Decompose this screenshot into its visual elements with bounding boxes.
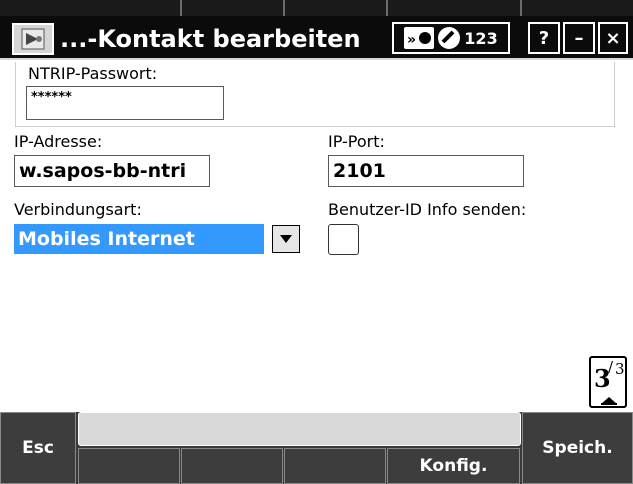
svg-text:»: » [407,32,416,48]
ntrip-password-label: NTRIP-Passwort: [28,64,158,83]
page-indicator-button[interactable]: 3 / 3 [589,356,627,408]
save-button[interactable]: Speich. [522,412,633,484]
satellite-icon [21,28,45,50]
ip-address-label: IP-Adresse: [14,132,103,151]
dropdown-arrow-button[interactable] [272,225,300,253]
radio-icon: » [404,27,435,49]
ip-port-field[interactable]: 2101 [328,155,524,187]
numeric-mode-indicator: 123 [464,28,498,48]
softkey-2[interactable] [181,448,283,484]
send-user-id-label: Benutzer-ID Info senden: [328,200,527,219]
ip-address-value: w.sapos-bb-ntri [19,160,187,182]
connection-type-label: Verbindungsart: [14,200,142,219]
save-label: Speich. [542,438,613,458]
esc-label: Esc [22,438,54,458]
status-message-field [78,412,521,446]
esc-button[interactable]: Esc [0,412,76,484]
ip-port-label: IP-Port: [328,132,385,151]
ntrip-password-field[interactable]: ****** [26,86,224,120]
page-total: 3 [615,360,625,378]
config-label: Konfig. [419,456,488,476]
app-icon[interactable] [12,23,54,55]
config-button[interactable]: Konfig. [387,448,520,484]
window-title: ...-Kontakt bearbeiten [60,25,361,53]
softkey-3[interactable] [284,448,386,484]
chevron-down-icon [280,235,292,243]
ip-port-value: 2101 [333,160,386,182]
status-indicators[interactable]: » 123 [392,22,510,54]
minimize-label: – [574,27,584,49]
close-label: × [605,27,621,49]
softkey-1[interactable] [78,448,180,484]
connection-type-dropdown[interactable]: Mobiles Internet [14,224,300,254]
top-toolbar-remnant [0,0,633,16]
help-button[interactable]: ? [528,22,560,54]
ntrip-password-value: ****** [31,90,72,105]
gps-icon [438,27,461,49]
ip-address-field[interactable]: w.sapos-bb-ntri [14,155,210,187]
connection-type-value: Mobiles Internet [14,224,264,254]
page-slash: / [608,358,614,376]
help-label: ? [538,27,550,49]
minimize-button[interactable]: – [563,22,595,54]
send-user-id-checkbox[interactable] [328,224,359,255]
page-up-icon [601,397,617,405]
close-button[interactable]: × [598,22,628,54]
